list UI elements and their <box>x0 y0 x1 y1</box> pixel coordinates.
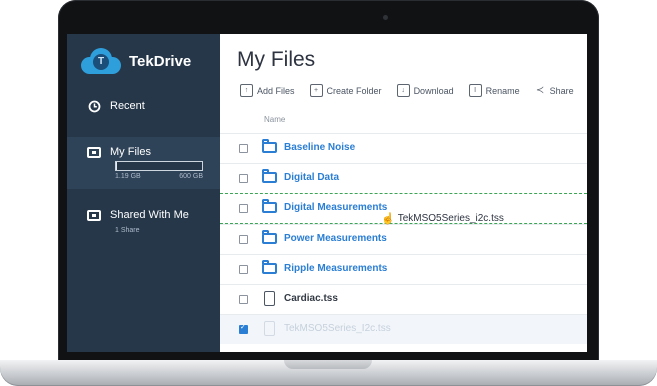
create-folder-icon: + <box>309 84 323 97</box>
upload-icon: ↑ <box>240 84 253 97</box>
sidebar-item-label: My Files <box>110 146 151 158</box>
storage-usage-fill <box>116 162 117 170</box>
sidebar-item-label: Recent <box>110 100 145 112</box>
logo[interactable]: T TekDrive <box>81 48 191 74</box>
folder-icon <box>262 230 277 244</box>
table-row[interactable]: Baseline Noise <box>220 133 587 163</box>
row-name[interactable]: Power Measurements <box>284 233 387 244</box>
file-icon <box>264 291 275 306</box>
table-row[interactable]: Cardiac.tss <box>220 284 587 314</box>
cloud-logo-icon: T <box>81 48 121 74</box>
row-checkbox[interactable] <box>239 144 248 153</box>
download-label: Download <box>413 85 454 96</box>
rename-icon: I <box>468 84 482 97</box>
folder-icon <box>262 199 277 213</box>
app-window: T TekDrive Recent My Files 1.19 GB 600 G… <box>67 34 587 352</box>
table-row[interactable]: Power Measurements <box>220 224 587 254</box>
folder-icon <box>87 145 101 159</box>
sidebar: T TekDrive Recent My Files 1.19 GB 600 G… <box>67 34 220 352</box>
download-button[interactable]: ↓ Download <box>396 84 454 97</box>
row-checkbox[interactable] <box>239 323 248 334</box>
laptop-notch <box>284 360 372 369</box>
brand-name: TekDrive <box>129 52 192 70</box>
share-button[interactable]: ≺ Share <box>535 85 574 96</box>
folder-icon <box>262 169 277 183</box>
file-list: Baseline Noise Digital Data Digital Meas… <box>220 133 587 344</box>
share-label: Share <box>549 85 574 96</box>
sidebar-item-my-files[interactable]: My Files 1.19 GB 600 GB <box>67 137 220 189</box>
folder-icon <box>262 260 277 274</box>
folder-icon <box>262 139 277 153</box>
row-name[interactable]: Ripple Measurements <box>284 263 387 274</box>
file-icon <box>264 321 275 336</box>
share-icon: ≺ <box>535 85 545 96</box>
row-checkbox[interactable] <box>239 235 248 244</box>
storage-usage-bar <box>115 161 203 171</box>
shared-count: 1 Share <box>115 227 140 234</box>
drag-file-label: TekMSO5Series_i2c.tss <box>397 213 504 224</box>
row-checkbox[interactable] <box>239 204 248 213</box>
row-checkbox[interactable] <box>239 295 248 304</box>
sidebar-item-recent[interactable]: Recent <box>67 95 220 117</box>
column-header-name[interactable]: Name <box>264 115 285 124</box>
drag-ghost: ☝ TekMSO5Series_i2c.tss <box>381 212 504 225</box>
create-folder-button[interactable]: + Create Folder <box>309 84 382 97</box>
download-icon: ↓ <box>396 84 410 97</box>
sidebar-item-label: Shared With Me <box>110 209 189 221</box>
create-folder-label: Create Folder <box>326 85 382 96</box>
table-row[interactable]: Ripple Measurements <box>220 254 587 284</box>
storage-usage: 1.19 GB 600 GB <box>115 161 203 180</box>
toolbar: ↑ Add Files + Create Folder ↓ Download I… <box>240 84 587 97</box>
add-files-button[interactable]: ↑ Add Files <box>240 84 295 97</box>
page-title: My Files <box>237 48 316 71</box>
table-row-selected[interactable]: TekMSO5Series_I2c.tss <box>220 314 587 344</box>
row-checkbox[interactable] <box>239 265 248 274</box>
main-panel: My Files ↑ Add Files + Create Folder ↓ D… <box>220 34 587 352</box>
add-files-label: Add Files <box>257 85 295 96</box>
storage-total: 600 GB <box>179 173 203 180</box>
row-name[interactable]: TekMSO5Series_I2c.tss <box>284 323 391 334</box>
clock-icon <box>87 99 101 113</box>
table-row[interactable]: Digital Data <box>220 163 587 193</box>
sidebar-item-shared-with-me[interactable]: Shared With Me <box>67 204 220 226</box>
row-name[interactable]: Cardiac.tss <box>284 293 338 304</box>
shared-folder-icon <box>87 208 101 222</box>
camera <box>383 15 388 20</box>
row-name[interactable]: Baseline Noise <box>284 142 355 153</box>
row-name[interactable]: Digital Measurements <box>284 202 387 213</box>
rename-label: Rename <box>485 85 520 96</box>
row-name[interactable]: Digital Data <box>284 172 339 183</box>
row-checkbox[interactable] <box>239 174 248 183</box>
storage-used: 1.19 GB <box>115 173 141 180</box>
drag-file-icon: ☝ <box>381 213 395 225</box>
rename-button[interactable]: I Rename <box>468 84 520 97</box>
